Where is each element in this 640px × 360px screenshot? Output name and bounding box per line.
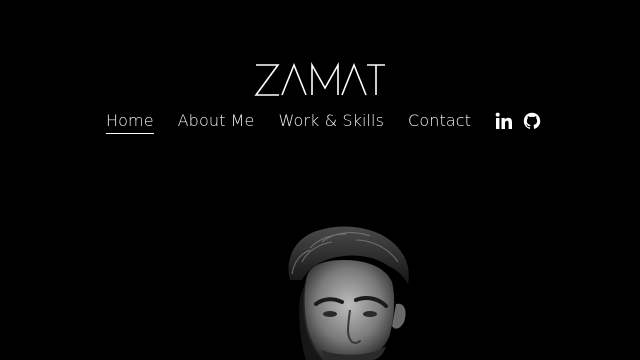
nav-contact[interactable]: Contact [408,111,471,134]
github-icon[interactable] [523,112,541,130]
main-nav: Home About Me Work & Skills Contact [0,108,640,136]
logo-wordmark [254,61,385,96]
nav-about-me[interactable]: About Me [178,111,255,134]
nav-work-skills[interactable]: Work & Skills [278,111,384,134]
portrait-image [262,218,432,360]
nav-home[interactable]: Home [105,111,154,134]
linkedin-icon[interactable] [495,112,513,130]
brand-logo[interactable]: ZAMAT [0,60,640,100]
page: ZAMAT Home About Me Work & Skills Contac… [0,0,640,360]
